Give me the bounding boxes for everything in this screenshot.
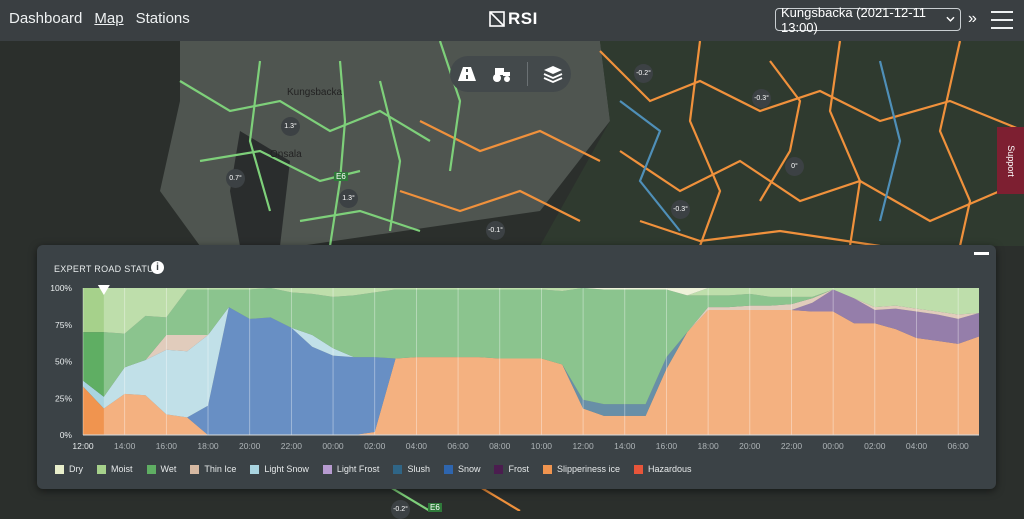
y-tick-label: 75%	[55, 320, 72, 330]
legend-swatch	[322, 464, 332, 474]
legend-item-slipperiness-ice[interactable]: Slipperiness ice	[542, 464, 621, 474]
temp-badge[interactable]: 0°	[785, 157, 804, 176]
legend-swatch	[443, 464, 453, 474]
hamburger-menu-icon[interactable]	[991, 11, 1013, 35]
station-select-value: Kungsbacka (2021-12-11 13:00)	[781, 4, 927, 35]
legend-label: Frost	[508, 464, 529, 474]
temp-badge[interactable]: 1.3°	[339, 189, 358, 208]
legend-item-light-frost[interactable]: Light Frost	[322, 464, 380, 474]
temp-badge[interactable]: -0.2°	[634, 64, 653, 83]
map-label-onsala: Onsala	[270, 149, 302, 160]
legend-swatch	[55, 464, 64, 474]
y-tick-label: 100%	[50, 283, 72, 293]
legend-item-hazardous[interactable]: Hazardous	[634, 464, 692, 474]
x-tick-label: 22:00	[781, 441, 803, 451]
land-area-east	[540, 41, 1024, 246]
x-tick-label: 02:00	[364, 441, 386, 451]
x-tick-label: 04:00	[406, 441, 428, 451]
x-tick-label: 06:00	[948, 441, 970, 451]
nav-stations[interactable]: Stations	[136, 10, 190, 27]
top-navigation-bar: Dashboard Map Stations RSI Kungsbacka (2…	[0, 0, 1024, 41]
temp-badge[interactable]: -0.1°	[486, 221, 505, 240]
x-tick-label: 02:00	[864, 441, 886, 451]
legend-label: Slipperiness ice	[556, 464, 621, 474]
legend-swatch	[494, 464, 504, 474]
legend-label: Moist	[111, 464, 133, 474]
road-icon[interactable]	[457, 67, 476, 81]
x-tick-label: 00:00	[322, 441, 344, 451]
legend-item-dry[interactable]: Dry	[55, 464, 83, 474]
legend-label: Wet	[160, 464, 177, 474]
nav-map[interactable]: Map	[94, 10, 123, 27]
legend-item-wet[interactable]: Wet	[146, 464, 177, 474]
legend-item-slush[interactable]: Slush	[393, 464, 430, 474]
x-tick-label: 14:00	[114, 441, 136, 451]
legend-label: Light Frost	[336, 464, 380, 474]
legend-swatch	[146, 464, 156, 474]
legend-item-light-snow[interactable]: Light Snow	[250, 464, 309, 474]
layers-icon[interactable]	[543, 65, 563, 83]
rsi-logo[interactable]: RSI	[489, 9, 538, 29]
x-tick-label: 08:00	[489, 441, 511, 451]
double-chevron-right-icon[interactable]: »	[968, 10, 977, 28]
legend-swatch	[634, 464, 644, 474]
legend-item-snow[interactable]: Snow	[443, 464, 481, 474]
legend-label: Slush	[407, 464, 430, 474]
legend-label: Light Snow	[264, 464, 309, 474]
expert-road-status-panel: EXPERT ROAD STATUS i 0% 25% 50% 75% 100% 12:0…	[37, 245, 996, 489]
map-controls	[450, 56, 571, 92]
x-tick-label: 04:00	[906, 441, 928, 451]
temp-badge[interactable]: -0.2°	[391, 500, 410, 519]
x-tick-label: 18:00	[697, 441, 719, 451]
legend-swatch	[190, 464, 200, 474]
support-tab[interactable]: Support	[997, 127, 1024, 194]
chart-legend: Dry Moist Wet Thin Ice Light Snow Light Frost…	[55, 464, 692, 474]
x-tick-label: 12:00	[72, 441, 94, 451]
logo-text: RSI	[508, 9, 538, 28]
temp-badge[interactable]: -0.3°	[671, 200, 690, 219]
support-label: Support	[1005, 144, 1016, 177]
y-tick-label: 0%	[60, 430, 73, 440]
chevron-down-icon	[946, 16, 955, 22]
x-tick-label: 14:00	[614, 441, 636, 451]
logo-icon	[489, 11, 505, 27]
x-tick-label: 22:00	[281, 441, 303, 451]
divider	[526, 62, 528, 86]
legend-swatch	[542, 464, 552, 474]
station-select[interactable]: Kungsbacka (2021-12-11 13:00)	[775, 5, 961, 35]
legend-item-frost[interactable]: Frost	[494, 464, 529, 474]
legend-label: Hazardous	[648, 464, 692, 474]
road-status-chart[interactable]: 0% 25% 50% 75% 100% 12:00 14:00 16:00 18:00 20:00…	[37, 245, 996, 460]
temp-badge[interactable]: 1.3°	[281, 117, 300, 136]
nav-dashboard[interactable]: Dashboard	[9, 10, 82, 27]
x-tick-label: 16:00	[656, 441, 678, 451]
legend-swatch	[393, 464, 403, 474]
main-nav: Dashboard Map Stations	[9, 10, 190, 27]
legend-label: Thin Ice	[204, 464, 237, 474]
legend-item-thin-ice[interactable]: Thin Ice	[190, 464, 236, 474]
y-tick-label: 25%	[55, 393, 72, 403]
legend-label: Snow	[457, 464, 481, 474]
y-tick-label: 50%	[55, 357, 72, 367]
legend-swatch	[97, 464, 106, 474]
x-tick-label: 18:00	[197, 441, 219, 451]
map-label-kungsbacka: Kungsbacka	[287, 87, 343, 98]
legend-item-moist[interactable]: Moist	[97, 464, 133, 474]
temp-badge[interactable]: -0.3°	[752, 89, 771, 108]
x-tick-label: 20:00	[739, 441, 761, 451]
tractor-icon[interactable]	[491, 66, 511, 82]
x-tick-label: 20:00	[239, 441, 261, 451]
x-tick-label: 06:00	[447, 441, 469, 451]
x-tick-label: 00:00	[822, 441, 844, 451]
legend-swatch	[250, 464, 260, 474]
road-label-e6: E6	[334, 172, 348, 181]
legend-label: Dry	[69, 464, 83, 474]
x-tick-label: 16:00	[156, 441, 178, 451]
temp-badge[interactable]: 0.7°	[226, 169, 245, 188]
x-tick-label: 12:00	[572, 441, 594, 451]
x-tick-label: 10:00	[531, 441, 553, 451]
